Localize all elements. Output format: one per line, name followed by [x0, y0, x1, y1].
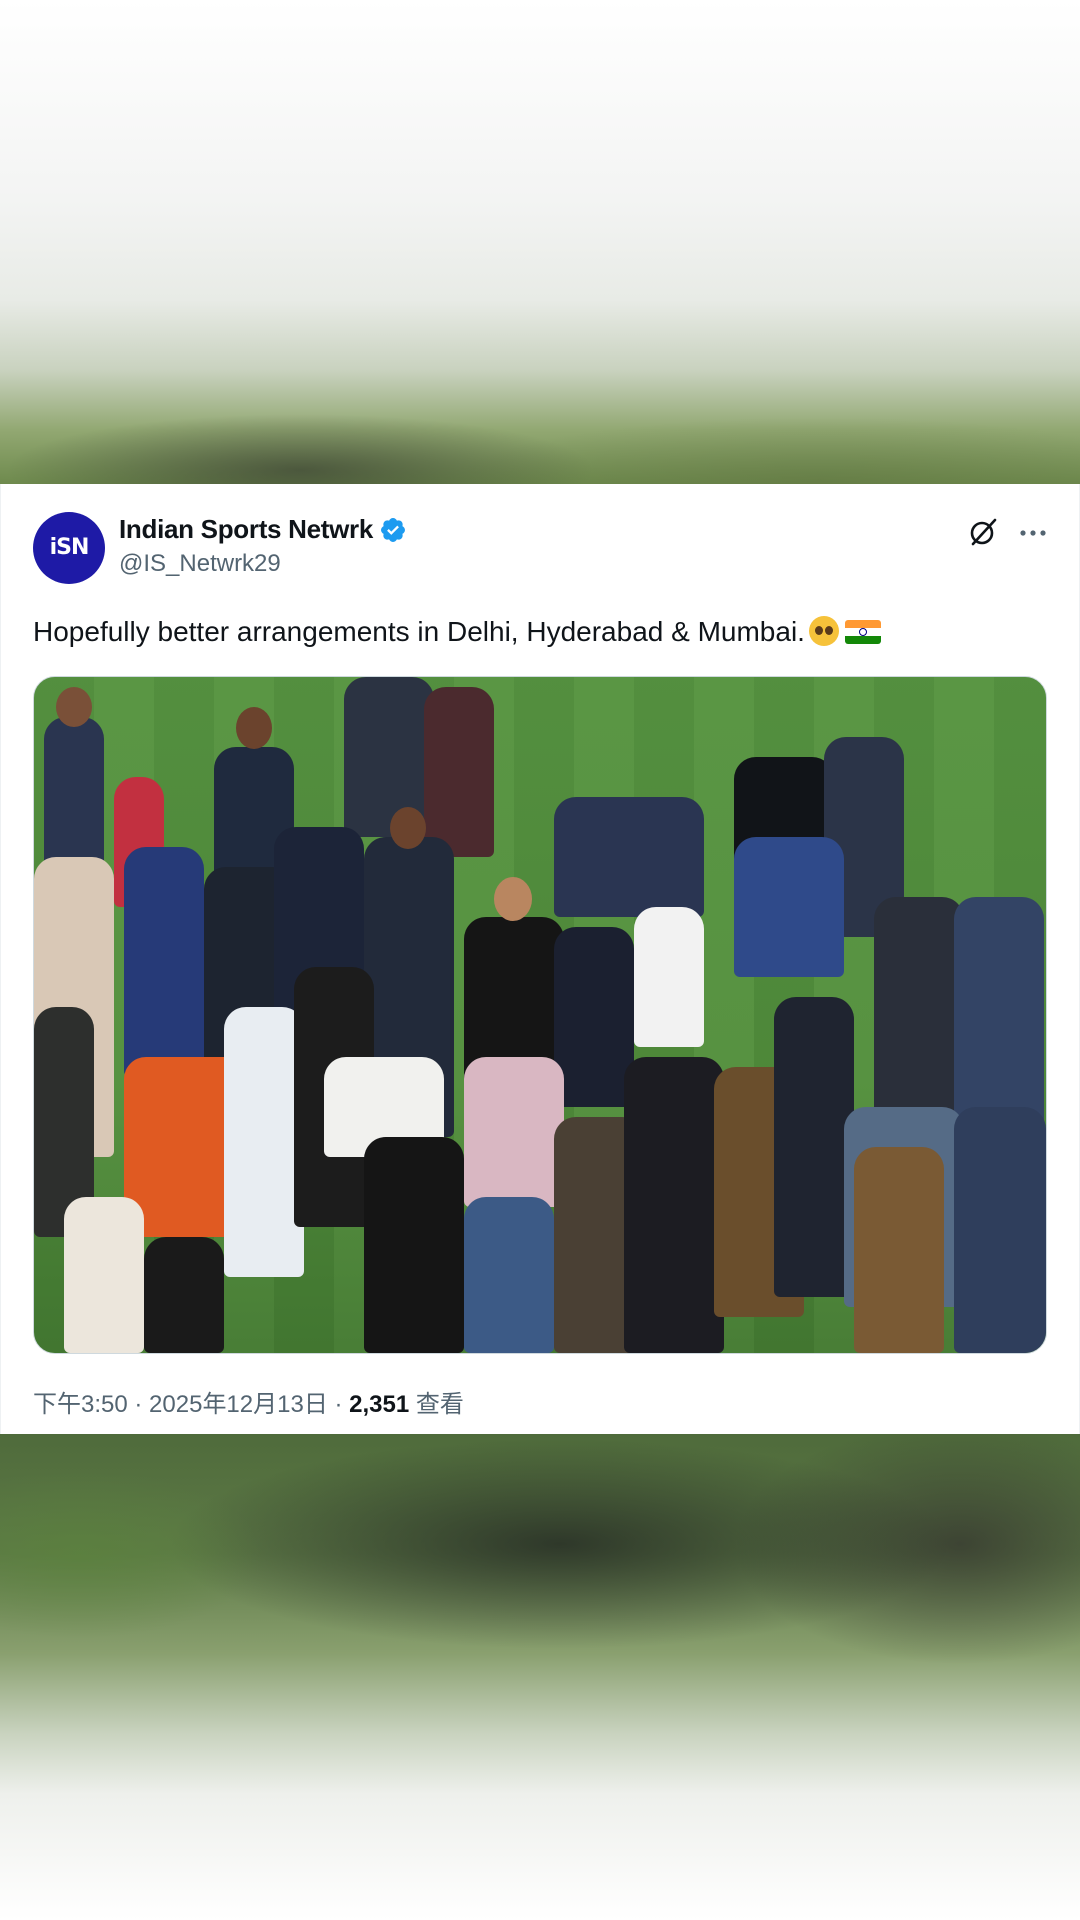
tweet-meta: 下午3:50 · 2025年12月13日 · 2,351 查看	[33, 1384, 464, 1419]
photo-person-shape	[144, 1237, 224, 1353]
photo-person-shape	[734, 837, 844, 977]
more-icon[interactable]	[1015, 514, 1051, 550]
tweet-text-body: Hopefully better arrangements in Delhi, …	[33, 616, 805, 647]
photo-person-shape	[854, 1147, 944, 1353]
photo-person-shape	[774, 997, 854, 1297]
photo-person-shape	[634, 907, 704, 1047]
photo-person-head	[236, 707, 272, 749]
tweet-time[interactable]: 下午3:50	[33, 1391, 128, 1418]
photo-person-shape	[364, 1137, 464, 1353]
blurred-backdrop-top	[0, 0, 1080, 484]
tweet-text: Hopefully better arrangements in Delhi, …	[33, 614, 1043, 650]
tweet-photo[interactable]	[33, 676, 1047, 1354]
author-name-row: Indian Sports Netwrk	[119, 514, 407, 545]
grok-icon[interactable]	[965, 514, 1001, 550]
photo-person-head	[390, 807, 426, 849]
photo-person-shape	[64, 1197, 144, 1353]
avatar[interactable]: iSN	[33, 512, 105, 584]
photo-person-head	[494, 877, 532, 921]
photo-person-shape	[954, 897, 1044, 1127]
pleading-face-emoji-icon	[808, 616, 839, 646]
photo-person-shape	[464, 1057, 564, 1207]
meta-separator: ·	[127, 1391, 150, 1418]
tweet-date[interactable]: 2025年12月13日	[149, 1391, 328, 1418]
photo-person-shape	[954, 1107, 1046, 1353]
verified-badge-icon	[381, 517, 406, 542]
photo-person-shape	[124, 847, 204, 1077]
photo-person-shape	[464, 1197, 554, 1353]
author-display-name[interactable]: Indian Sports Netwrk	[119, 514, 373, 545]
author-handle[interactable]: @IS_Netwrk29	[119, 550, 281, 578]
blurred-backdrop-bottom	[0, 1434, 1080, 1920]
photo-person-shape	[554, 797, 704, 917]
views-count: 2,351	[349, 1391, 410, 1418]
india-flag-emoji-icon	[844, 620, 881, 644]
tweet-card[interactable]: iSN Indian Sports Netwrk @IS_Netwrk29 Ho…	[0, 484, 1080, 1434]
avatar-logo-text: iSN	[49, 535, 90, 560]
views-label: 查看	[409, 1391, 464, 1418]
photo-person-shape	[624, 1057, 724, 1353]
photo-person-shape	[224, 1007, 304, 1277]
photo-person-shape	[424, 687, 494, 857]
meta-separator: ·	[327, 1391, 350, 1418]
photo-person-shape	[554, 927, 634, 1107]
photo-person-head	[56, 687, 92, 727]
